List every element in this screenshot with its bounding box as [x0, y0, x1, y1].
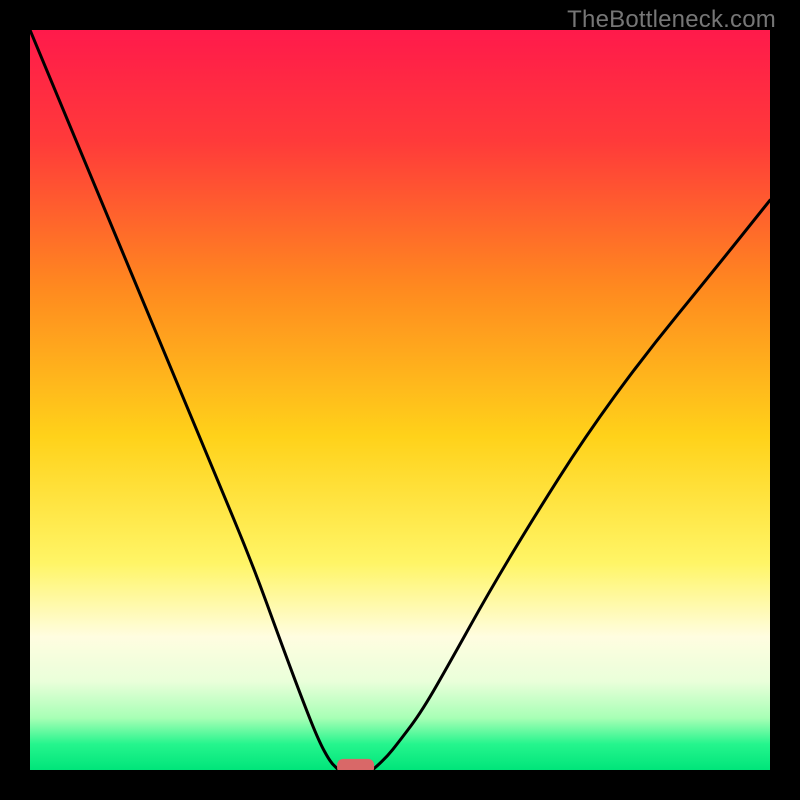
gradient-background	[30, 30, 770, 770]
plot-area	[30, 30, 770, 770]
bottom-marker	[337, 759, 374, 770]
chart-frame: TheBottleneck.com	[0, 0, 800, 800]
chart-svg	[30, 30, 770, 770]
